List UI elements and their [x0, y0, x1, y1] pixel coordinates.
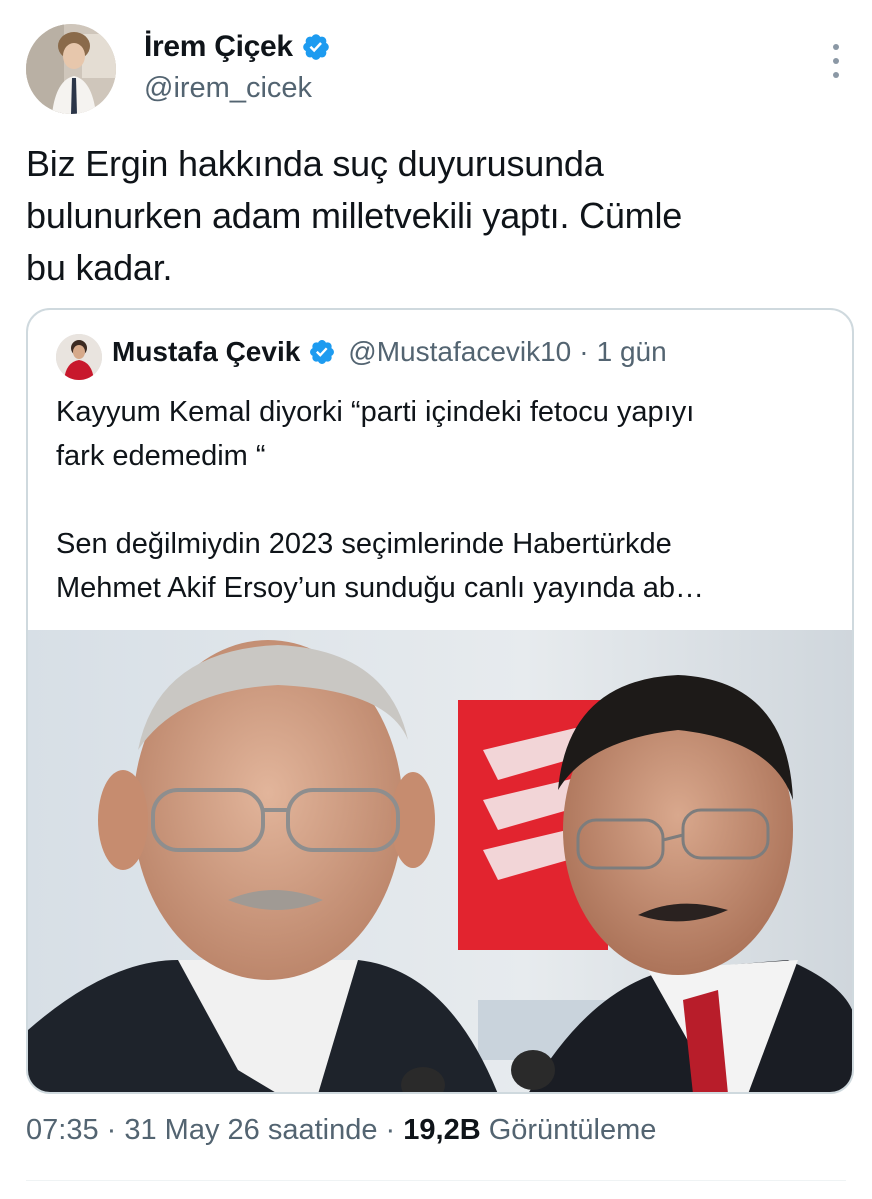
quoted-separator: · — [579, 336, 589, 367]
tweet-date[interactable]: 31 May 26 saatinde — [124, 1114, 377, 1146]
quoted-verified-badge-icon — [310, 340, 335, 364]
meta-separator: · — [98, 1114, 125, 1146]
author-handle[interactable]: @irem_cicek — [144, 72, 312, 105]
tweet-metadata: 07:35 · 31 May 26 saatinde · 19,2B Görün… — [26, 1114, 656, 1147]
views-count[interactable]: 19,2B — [403, 1114, 480, 1146]
more-options-icon[interactable] — [826, 44, 846, 78]
meta-separator: · — [377, 1114, 404, 1146]
tweet-time[interactable]: 07:35 — [26, 1114, 99, 1146]
quoted-avatar-image — [56, 334, 102, 380]
tweet-text: Biz Ergin hakkında suç duyurusunda bulun… — [26, 143, 683, 288]
quoted-display-name[interactable]: Mustafa Çevik — [112, 336, 300, 368]
author-display-name[interactable]: İrem Çiçek — [144, 30, 293, 64]
quoted-tweet-text: Kayyum Kemal diyorki “parti içindeki fet… — [56, 396, 705, 604]
verified-badge-icon — [302, 34, 329, 60]
author-avatar[interactable] — [26, 24, 116, 114]
author-avatar-image — [26, 24, 116, 114]
quoted-tweet-card[interactable]: Mustafa Çevik @Mustafacevik10 · 1 gün Ka… — [26, 308, 854, 1094]
divider — [26, 1180, 846, 1181]
quoted-time[interactable]: 1 gün — [597, 336, 667, 368]
quoted-photo[interactable] — [28, 630, 854, 1094]
quoted-header: Mustafa Çevik @Mustafacevik10 · 1 gün — [112, 336, 667, 368]
quoted-handle[interactable]: @Mustafacevik10 — [348, 336, 571, 368]
author-name-row: İrem Çiçek — [144, 30, 331, 64]
quoted-author-avatar[interactable] — [56, 334, 102, 380]
tweet: İrem Çiçek @irem_cicek Biz Ergin hakkınd… — [0, 0, 872, 1199]
views-label: Görüntüleme — [480, 1114, 657, 1146]
